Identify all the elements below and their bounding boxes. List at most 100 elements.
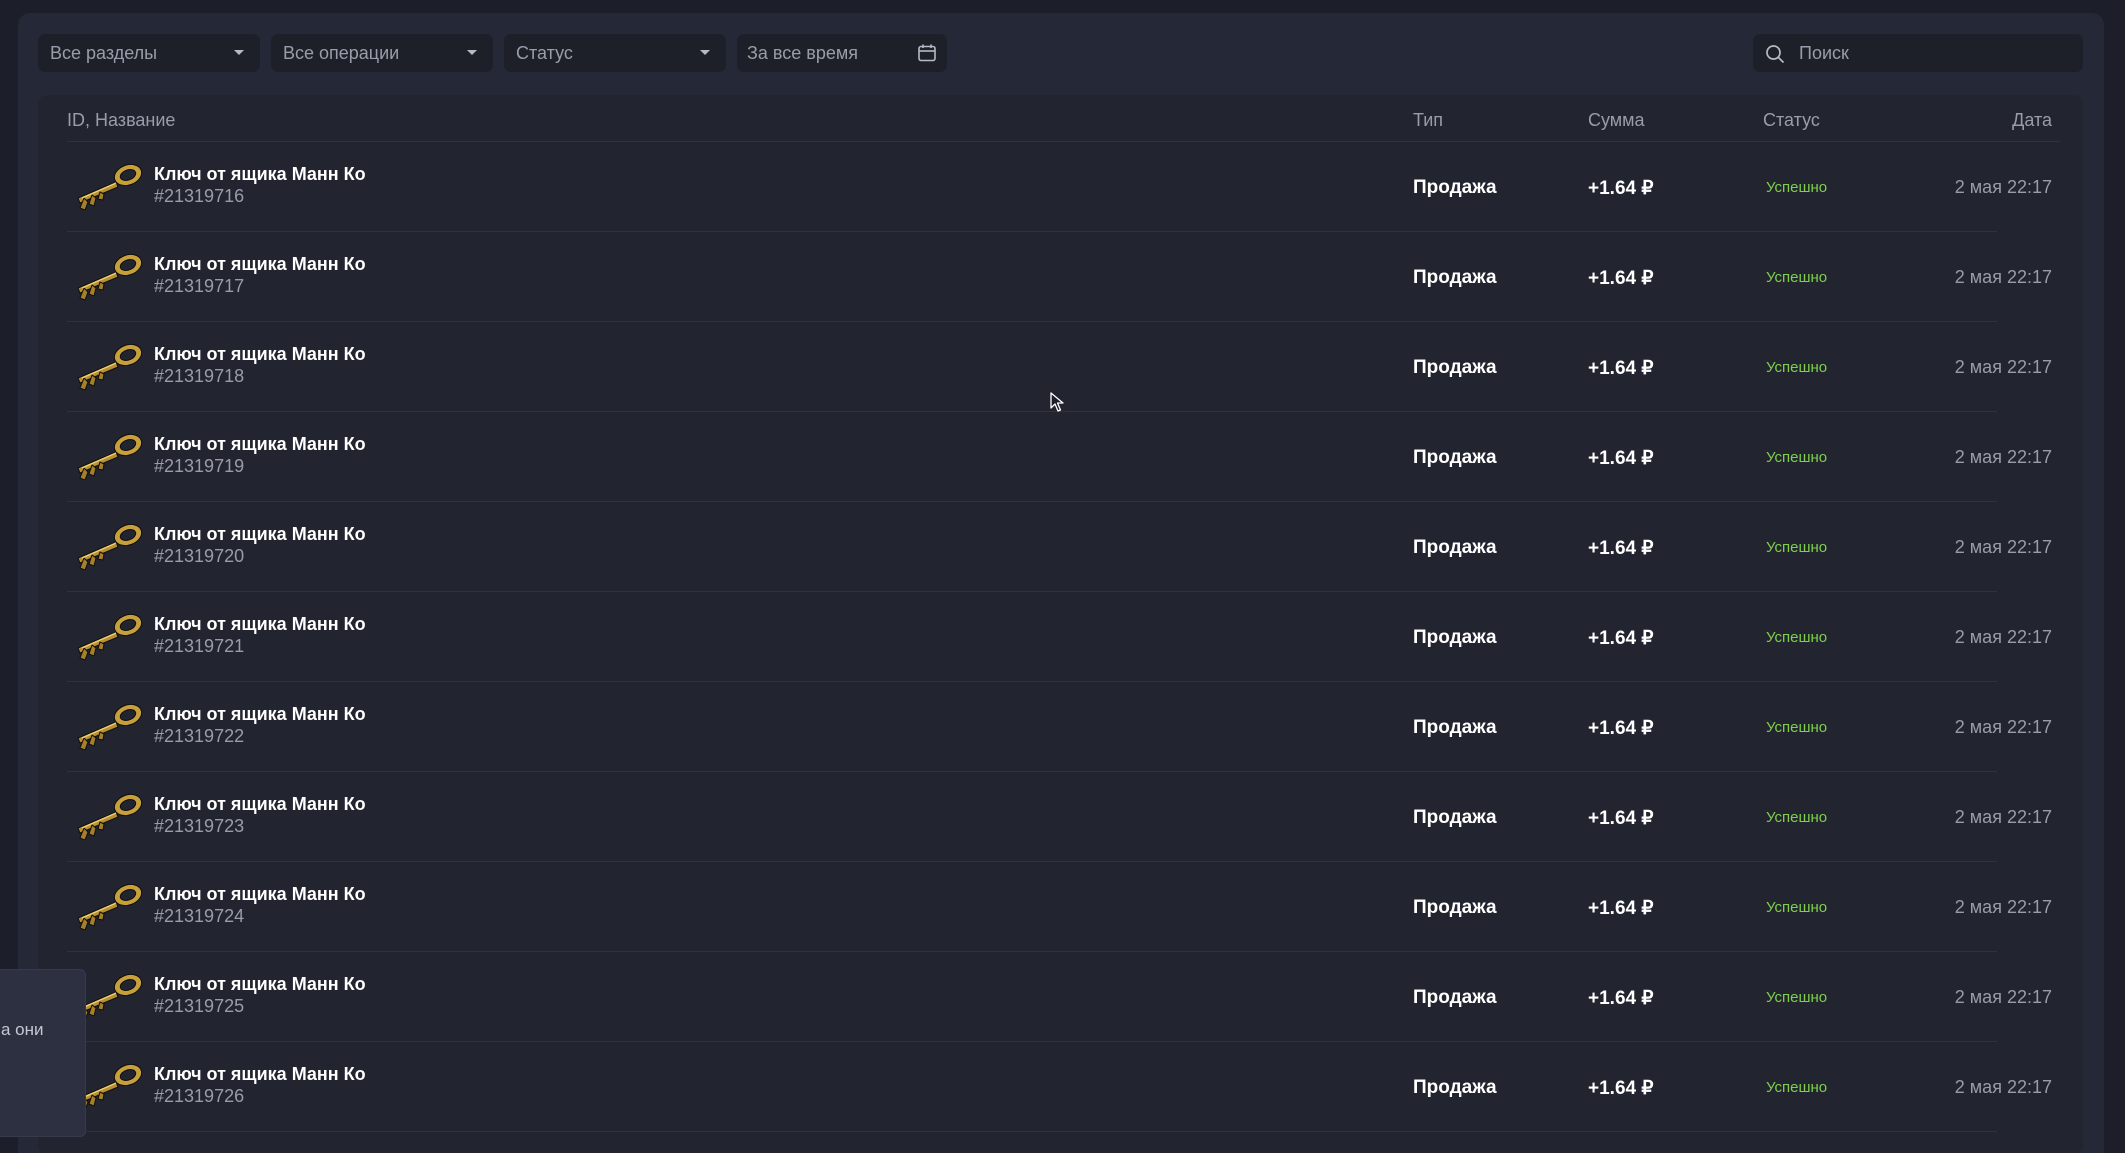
status-filter-dropdown[interactable]: Статус — [504, 34, 726, 72]
section-filter-dropdown[interactable]: Все разделы — [38, 34, 260, 72]
table-row[interactable]: Ключ от ящика Манн Ко #21319725 Продажа … — [38, 952, 2083, 1042]
item-name: Ключ от ящика Манн Ко — [154, 974, 366, 994]
operation-filter-label: Все операции — [283, 42, 400, 63]
operation-date: 2 мая 22:17 — [1954, 627, 2052, 647]
operation-date: 2 мая 22:17 — [1954, 267, 2052, 287]
operation-sum: +1.64 ₽ — [1588, 178, 1654, 199]
operation-sum: +1.64 ₽ — [1588, 808, 1654, 829]
key-icon — [77, 253, 143, 301]
operation-sum: +1.64 ₽ — [1588, 358, 1654, 379]
search-input[interactable] — [1753, 34, 2083, 72]
chevron-down-icon — [234, 50, 244, 55]
operation-type: Продажа — [1413, 267, 1497, 288]
item-name: Ключ от ящика Манн Ко — [154, 164, 366, 184]
hint-popup-text: а они — [1, 1020, 44, 1039]
operation-date: 2 мая 22:17 — [1954, 357, 2052, 377]
status-badge: Успешно — [1766, 809, 1828, 826]
key-icon — [77, 433, 143, 481]
key-icon — [77, 523, 143, 571]
key-icon — [77, 343, 143, 391]
item-id: #21319716 — [154, 186, 245, 206]
chevron-down-icon — [467, 50, 477, 55]
key-icon — [77, 703, 143, 751]
period-filter-label: За все время — [747, 42, 858, 63]
key-icon — [77, 793, 143, 841]
item-id: #21319718 — [154, 366, 245, 386]
operation-date: 2 мая 22:17 — [1954, 987, 2052, 1007]
section-filter-label: Все разделы — [50, 42, 158, 63]
table-row[interactable]: Ключ от ящика Манн Ко #21319726 Продажа … — [38, 1042, 2083, 1132]
search-icon — [1766, 45, 1784, 63]
item-id: #21319717 — [154, 276, 245, 296]
row-divider — [67, 1131, 1997, 1132]
table-row[interactable]: Ключ от ящика Манн Ко #21319724 Продажа … — [38, 862, 2083, 952]
status-badge: Успешно — [1766, 449, 1828, 466]
filters-bar: Все разделы Все операции Статус За все в… — [38, 34, 947, 72]
operation-type: Продажа — [1413, 537, 1497, 558]
operation-date: 2 мая 22:17 — [1954, 537, 2052, 557]
operation-date: 2 мая 22:17 — [1954, 177, 2052, 197]
operation-sum: +1.64 ₽ — [1588, 268, 1654, 289]
table-row[interactable]: Ключ от ящика Манн Ко #21319719 Продажа … — [38, 412, 2083, 502]
chevron-down-icon — [700, 50, 710, 55]
operation-sum: +1.64 ₽ — [1588, 538, 1654, 559]
item-id: #21319719 — [154, 456, 245, 476]
status-badge: Успешно — [1766, 629, 1828, 646]
item-name: Ключ от ящика Манн Ко — [154, 704, 366, 724]
operation-type: Продажа — [1413, 447, 1497, 468]
operation-type: Продажа — [1413, 357, 1497, 378]
status-badge: Успешно — [1766, 989, 1828, 1006]
status-badge: Успешно — [1766, 359, 1828, 376]
item-name: Ключ от ящика Манн Ко — [154, 884, 366, 904]
table-row[interactable]: Ключ от ящика Манн Ко #21319716 Продажа … — [38, 142, 2083, 232]
operation-type: Продажа — [1413, 177, 1497, 198]
operation-type: Продажа — [1413, 987, 1497, 1008]
item-name: Ключ от ящика Манн Ко — [154, 614, 366, 634]
item-name: Ключ от ящика Манн Ко — [154, 254, 366, 274]
status-badge: Успешно — [1766, 899, 1828, 916]
column-header-name: ID, Название — [67, 110, 176, 130]
table-row[interactable]: Ключ от ящика Манн Ко #21319723 Продажа … — [38, 772, 2083, 862]
key-icon — [77, 163, 143, 211]
calendar-icon — [918, 44, 936, 62]
table-row[interactable]: Ключ от ящика Манн Ко #21319720 Продажа … — [38, 502, 2083, 592]
operation-sum: +1.64 ₽ — [1588, 1078, 1654, 1099]
operation-sum: +1.64 ₽ — [1588, 448, 1654, 469]
item-id: #21319720 — [154, 546, 245, 566]
operation-date: 2 мая 22:17 — [1954, 897, 2052, 917]
table-row[interactable]: Ключ от ящика Манн Ко #21319722 Продажа … — [38, 682, 2083, 772]
operation-sum: +1.64 ₽ — [1588, 718, 1654, 739]
item-id: #21319726 — [154, 1086, 245, 1106]
item-id: #21319724 — [154, 906, 245, 926]
table-row[interactable]: Ключ от ящика Манн Ко #21319717 Продажа … — [38, 232, 2083, 322]
period-filter[interactable]: За все время — [737, 34, 947, 72]
transactions-table: ID, Название Тип Сумма Статус Дата Ключ … — [38, 95, 2083, 1153]
operation-type: Продажа — [1413, 807, 1497, 828]
key-icon — [77, 883, 143, 931]
item-name: Ключ от ящика Манн Ко — [154, 524, 366, 544]
item-id: #21319722 — [154, 726, 245, 746]
operation-sum: +1.64 ₽ — [1588, 628, 1654, 649]
status-badge: Успешно — [1766, 179, 1828, 196]
operation-type: Продажа — [1413, 627, 1497, 648]
hint-popup: а они — [0, 969, 86, 1137]
table-header: ID, Название Тип Сумма Статус Дата — [38, 95, 2083, 142]
operation-date: 2 мая 22:17 — [1954, 447, 2052, 467]
item-name: Ключ от ящика Манн Ко — [154, 794, 366, 814]
mouse-cursor-icon — [1050, 392, 1064, 412]
operation-date: 2 мая 22:17 — [1954, 717, 2052, 737]
operation-type: Продажа — [1413, 1077, 1497, 1098]
table-row[interactable]: Ключ от ящика Манн Ко #21319721 Продажа … — [38, 592, 2083, 682]
operation-sum: +1.64 ₽ — [1588, 898, 1654, 919]
operation-type: Продажа — [1413, 717, 1497, 738]
item-id: #21319723 — [154, 816, 245, 836]
column-header-date: Дата — [2012, 110, 2052, 130]
operation-filter-dropdown[interactable]: Все операции — [271, 34, 493, 72]
column-header-type: Тип — [1413, 110, 1444, 130]
operation-type: Продажа — [1413, 897, 1497, 918]
item-name: Ключ от ящика Манн Ко — [154, 1064, 366, 1084]
status-badge: Успешно — [1766, 269, 1828, 286]
operation-date: 2 мая 22:17 — [1954, 807, 2052, 827]
item-name: Ключ от ящика Манн Ко — [154, 434, 366, 454]
key-icon — [77, 613, 143, 661]
